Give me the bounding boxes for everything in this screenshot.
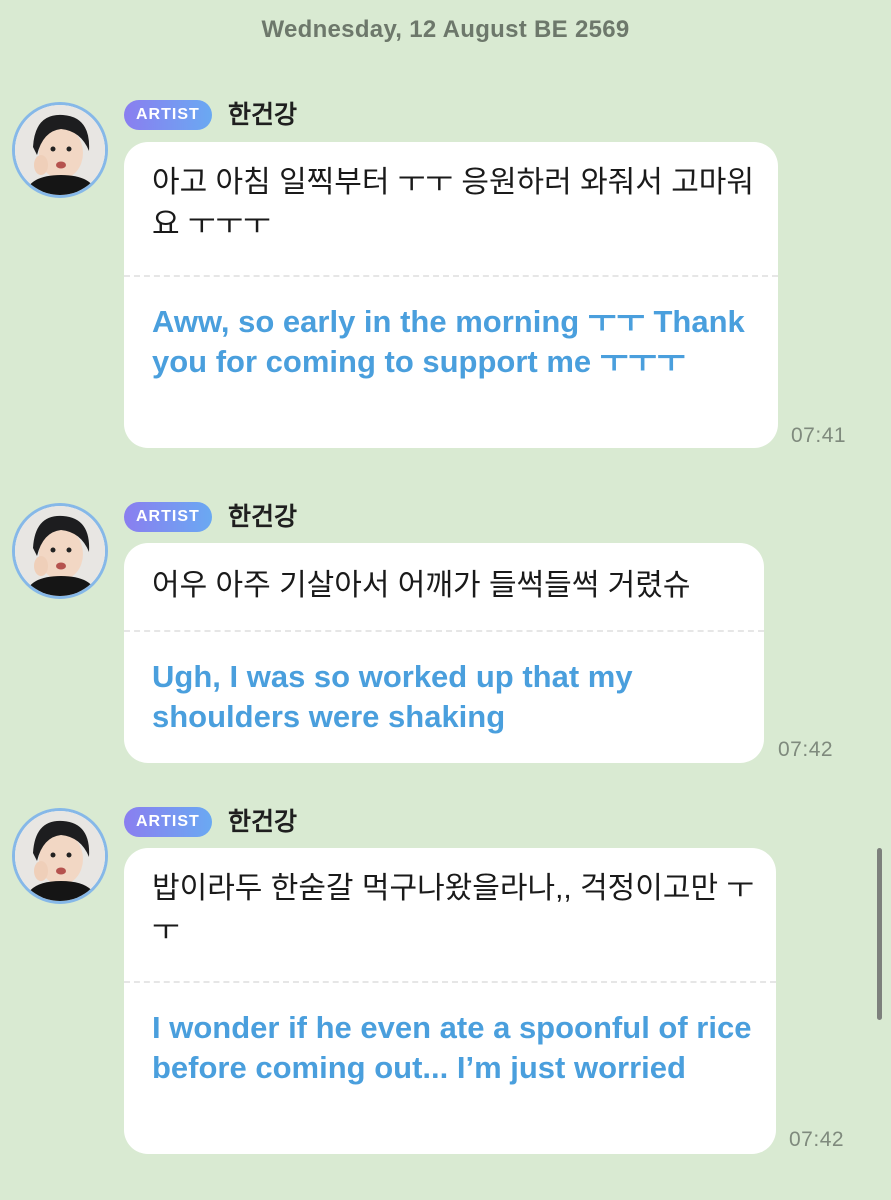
artist-badge: ARTIST (124, 807, 212, 837)
avatar-photo-icon (15, 506, 105, 596)
scrollbar[interactable] (877, 848, 882, 1020)
artist-badge: ARTIST (124, 502, 212, 532)
original-message-text: 밥이라두 한숟갈 먹구나왔을라나,, 걱정이고만 ㅜㅜ (152, 872, 755, 947)
avatar[interactable] (12, 808, 108, 904)
artist-badge: ARTIST (124, 100, 212, 130)
message-divider (124, 630, 764, 632)
avatar-photo-icon (15, 811, 105, 901)
message-bubble[interactable]: 아고 아침 일찍부터 ㅜㅜ 응원하러 와줘서 고마워요 ㅜㅜㅜ Aww, so … (124, 142, 778, 448)
message-divider (124, 981, 776, 983)
translated-message-text: Ugh, I was so worked up that my shoulder… (152, 659, 633, 734)
sender-name: 한건강 (228, 101, 298, 129)
message-divider (124, 275, 778, 277)
message-bubble[interactable]: 밥이라두 한숟갈 먹구나왔을라나,, 걱정이고만 ㅜㅜ I wonder if … (124, 848, 776, 1154)
date-header: Wednesday, 12 August BE 2569 (261, 16, 630, 43)
sender-name: 한건강 (228, 808, 298, 836)
message-time: 07:41 (791, 424, 847, 447)
original-message-text: 어우 아주 기살아서 어깨가 들썩들썩 거렸슈 (152, 569, 691, 602)
translated-message-text: Aww, so early in the morning ㅜㅜ Thank yo… (152, 304, 745, 379)
avatar[interactable] (12, 102, 108, 198)
message-bubble[interactable]: 어우 아주 기살아서 어깨가 들썩들썩 거렸슈 Ugh, I was so wo… (124, 543, 764, 763)
translated-message-text: I wonder if he even ate a spoonful of ri… (152, 1010, 752, 1085)
message-time: 07:42 (789, 1128, 845, 1151)
avatar-photo-icon (15, 105, 105, 195)
sender-name: 한건강 (228, 503, 298, 531)
original-message-text: 아고 아침 일찍부터 ㅜㅜ 응원하러 와줘서 고마워요 ㅜㅜㅜ (152, 166, 755, 241)
avatar[interactable] (12, 503, 108, 599)
message-time: 07:42 (778, 738, 834, 761)
